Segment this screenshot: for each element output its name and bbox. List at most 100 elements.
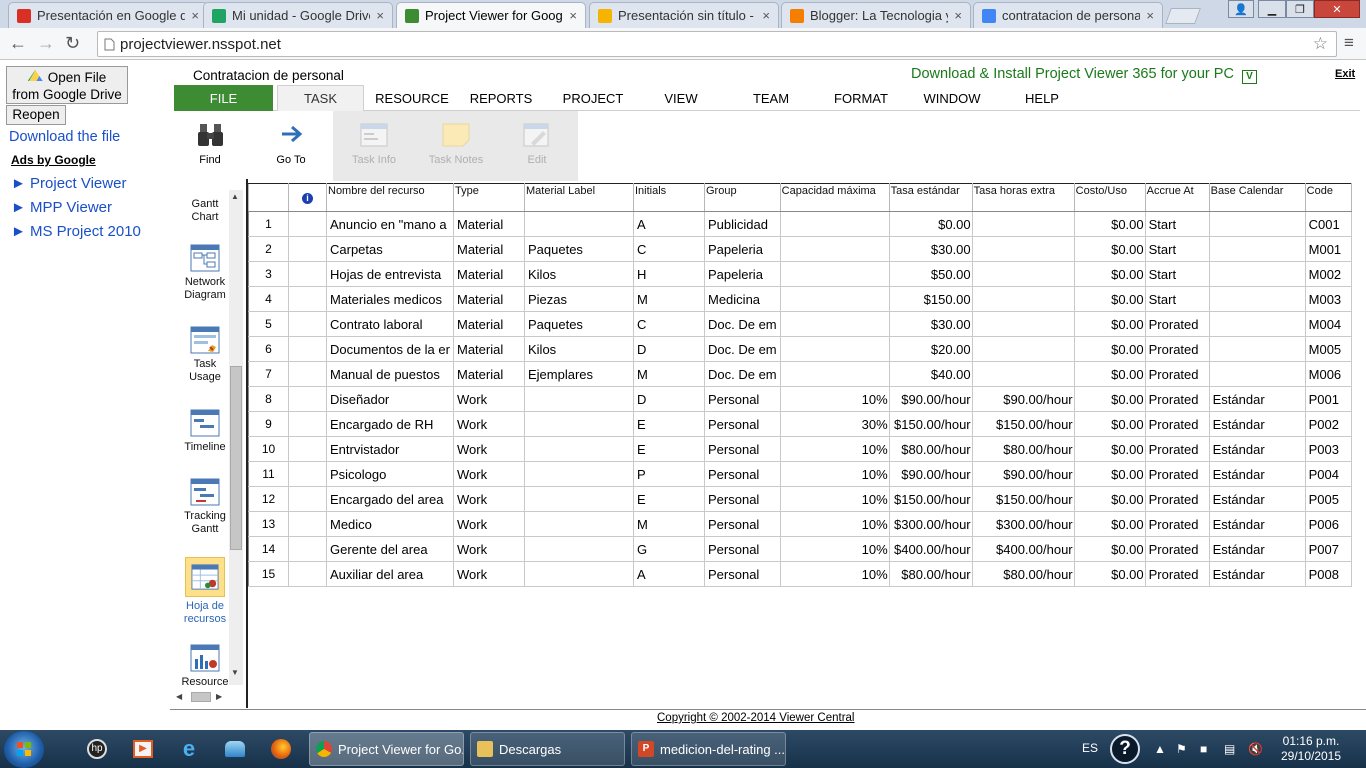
info-column-header[interactable]: i: [288, 183, 327, 212]
view-network-diagram[interactable]: Network Diagram: [174, 244, 236, 302]
table-cell[interactable]: 10%: [779, 536, 890, 562]
hscroll-thumb[interactable]: [191, 692, 211, 702]
row-number-cell[interactable]: 10: [248, 436, 289, 462]
table-cell[interactable]: Prorated: [1144, 511, 1210, 537]
copyright-link[interactable]: Copyright © 2002-2014 Viewer Central: [657, 712, 854, 724]
table-cell[interactable]: [524, 461, 634, 487]
table-cell[interactable]: Personal: [704, 511, 781, 537]
table-cell[interactable]: $0.00: [1073, 511, 1146, 537]
reopen-button[interactable]: Reopen: [6, 105, 66, 125]
table-cell[interactable]: [288, 261, 327, 287]
ad-link-mpp-viewer[interactable]: ► MPP Viewer: [11, 199, 112, 216]
table-cell[interactable]: Personal: [704, 436, 781, 462]
flag-icon[interactable]: ⚑: [1176, 742, 1187, 756]
table-cell[interactable]: Carpetas: [326, 236, 454, 262]
column-header[interactable]: Type: [453, 183, 525, 212]
table-cell[interactable]: Ejemplares: [524, 361, 634, 387]
row-number-cell[interactable]: 7: [248, 361, 289, 387]
table-cell[interactable]: Personal: [704, 486, 781, 512]
table-cell[interactable]: P: [633, 461, 705, 487]
table-cell[interactable]: $150.00/hour: [971, 411, 1075, 437]
table-row[interactable]: 8 Diseñador Work D Personal 10% $90.00/hour $90…: [248, 386, 1352, 412]
sidebar-scrollbar[interactable]: ▲ ▼: [229, 190, 243, 685]
table-cell[interactable]: C001: [1304, 211, 1352, 237]
table-cell[interactable]: E: [633, 436, 705, 462]
ads-by-google-label[interactable]: Ads by Google: [11, 153, 96, 167]
view-task-usage[interactable]: Task Usage: [174, 326, 236, 384]
table-row[interactable]: 11 Psicologo Work P Personal 10% $90.00/hour $9…: [248, 461, 1352, 487]
table-cell[interactable]: Material: [453, 261, 525, 287]
table-cell[interactable]: [524, 211, 634, 237]
table-cell[interactable]: [1208, 286, 1306, 312]
table-cell[interactable]: Contrato laboral: [326, 311, 454, 337]
tab-close-icon[interactable]: ×: [191, 8, 199, 23]
table-cell[interactable]: Personal: [704, 386, 781, 412]
table-cell[interactable]: Papeleria: [704, 261, 781, 287]
browser-tab[interactable]: Mi unidad - Google Drive ×: [203, 2, 393, 28]
column-header[interactable]: Initials: [633, 183, 705, 212]
table-cell[interactable]: Kilos: [524, 261, 634, 287]
view-resource[interactable]: Resource: [174, 644, 236, 689]
table-cell[interactable]: Work: [453, 486, 525, 512]
table-cell[interactable]: [971, 311, 1075, 337]
table-cell[interactable]: [1208, 236, 1306, 262]
table-cell[interactable]: Prorated: [1144, 311, 1210, 337]
table-cell[interactable]: [288, 411, 327, 437]
row-number-cell[interactable]: 11: [248, 461, 289, 487]
table-cell[interactable]: M: [633, 361, 705, 387]
table-cell[interactable]: Estándar: [1208, 486, 1306, 512]
browser-tab[interactable]: Project Viewer for Google ×: [396, 2, 586, 28]
table-cell[interactable]: 10%: [779, 561, 890, 587]
table-cell[interactable]: $0.00: [1073, 561, 1146, 587]
table-cell[interactable]: $150.00/hour: [888, 411, 973, 437]
tab-window[interactable]: WINDOW: [916, 85, 988, 111]
task-info-button[interactable]: Task Info: [346, 111, 402, 181]
browser-tab[interactable]: Blogger: La Tecnologia y s ×: [781, 2, 971, 28]
table-cell[interactable]: Medico: [326, 511, 454, 537]
table-cell[interactable]: [1208, 211, 1306, 237]
table-cell[interactable]: [288, 236, 327, 262]
table-cell[interactable]: $300.00/hour: [888, 511, 973, 537]
table-cell[interactable]: M004: [1304, 311, 1352, 337]
row-number-cell[interactable]: 4: [248, 286, 289, 312]
tab-task[interactable]: TASK: [277, 85, 364, 111]
table-cell[interactable]: Psicologo: [326, 461, 454, 487]
column-header[interactable]: Group: [704, 183, 781, 212]
table-cell[interactable]: Manual de puestos: [326, 361, 454, 387]
table-cell[interactable]: [779, 336, 890, 362]
table-cell[interactable]: M003: [1304, 286, 1352, 312]
table-cell[interactable]: [971, 336, 1075, 362]
table-cell[interactable]: Personal: [704, 536, 781, 562]
table-cell[interactable]: $400.00/hour: [888, 536, 973, 562]
table-cell[interactable]: Work: [453, 436, 525, 462]
table-cell[interactable]: [779, 361, 890, 387]
table-cell[interactable]: [971, 286, 1075, 312]
firefox-icon[interactable]: [262, 733, 300, 765]
table-cell[interactable]: $0.00: [1073, 411, 1146, 437]
table-cell[interactable]: [524, 436, 634, 462]
table-cell[interactable]: [1208, 361, 1306, 387]
table-row[interactable]: 3 Hojas de entrevista Material Kilos H Papele…: [248, 261, 1352, 287]
sidebar-hscrollbar[interactable]: ◀ ▶: [176, 691, 226, 705]
table-cell[interactable]: $150.00: [888, 286, 973, 312]
table-cell[interactable]: P006: [1304, 511, 1352, 537]
table-cell[interactable]: Work: [453, 461, 525, 487]
ad-link-ms-project[interactable]: ► MS Project 2010: [11, 223, 141, 240]
table-cell[interactable]: Material: [453, 236, 525, 262]
table-cell[interactable]: $30.00: [888, 236, 973, 262]
column-header[interactable]: Tasa horas extra: [971, 183, 1075, 212]
table-cell[interactable]: Work: [453, 561, 525, 587]
taskbar-downloads-window[interactable]: Descargas: [470, 732, 625, 766]
table-cell[interactable]: [524, 511, 634, 537]
table-row[interactable]: 7 Manual de puestos Material Ejemplares M Doc…: [248, 361, 1352, 387]
table-cell[interactable]: [524, 561, 634, 587]
table-cell[interactable]: Prorated: [1144, 386, 1210, 412]
reload-icon[interactable]: ↻: [65, 33, 80, 54]
antivirus-icon[interactable]: ■: [1200, 742, 1207, 756]
row-number-cell[interactable]: 9: [248, 411, 289, 437]
table-cell[interactable]: Materiales medicos: [326, 286, 454, 312]
table-cell[interactable]: $0.00: [1073, 261, 1146, 287]
row-number-cell[interactable]: 15: [248, 561, 289, 587]
view-timeline[interactable]: Timeline: [174, 409, 236, 454]
table-cell[interactable]: $0.00: [1073, 536, 1146, 562]
